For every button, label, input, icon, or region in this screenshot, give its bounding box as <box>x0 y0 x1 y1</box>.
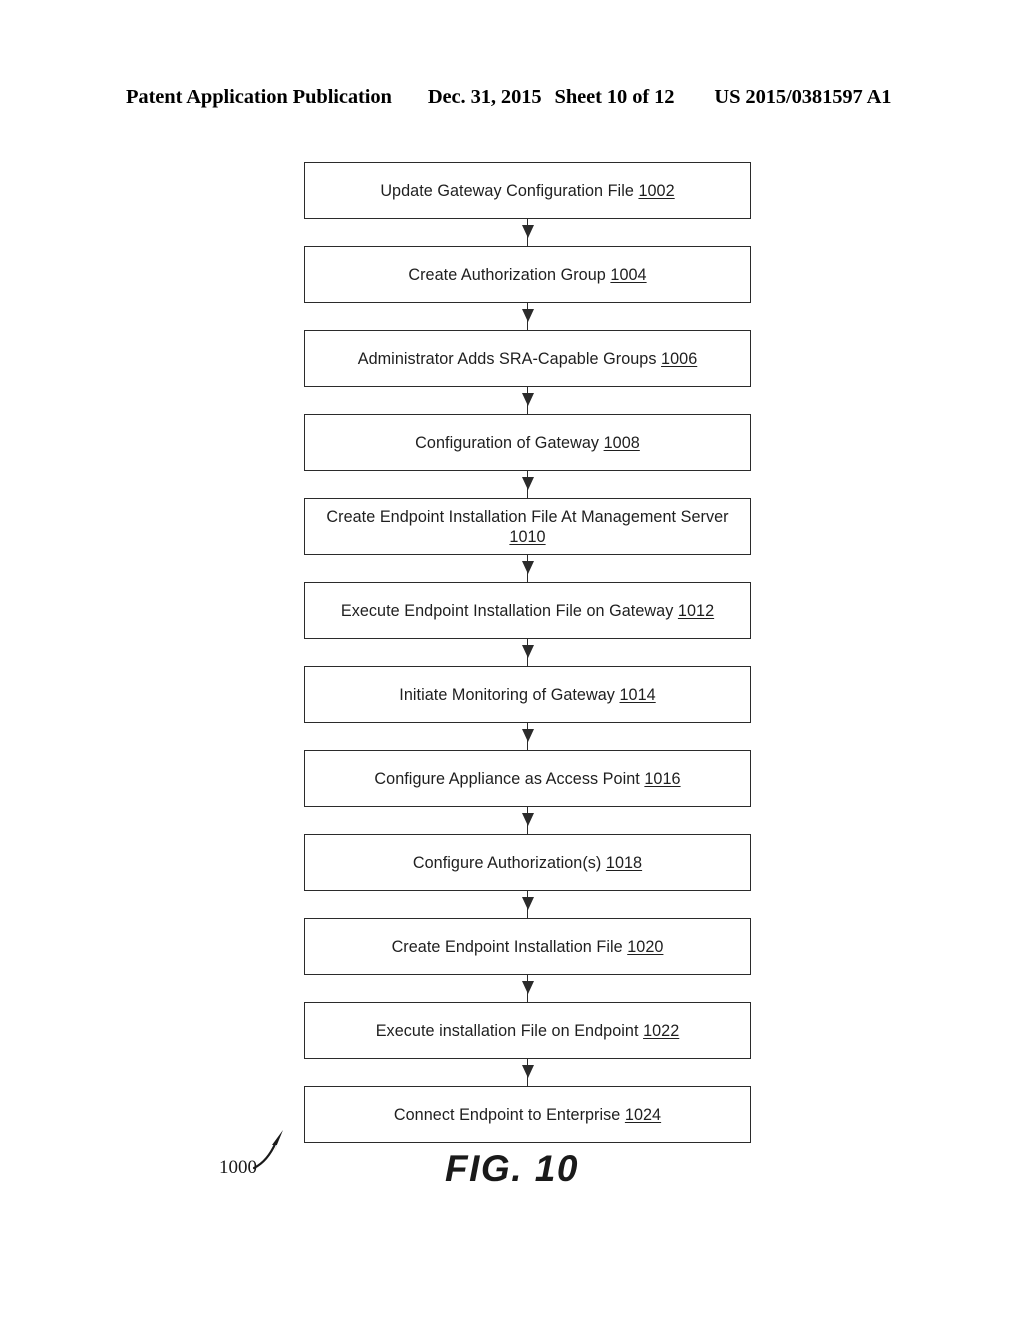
header-publication-title: Patent Application Publication <box>126 86 392 108</box>
flow-step-label: Execute Endpoint Installation File on Ga… <box>331 601 724 621</box>
flow-step-description: Configure Appliance as Access Point <box>374 769 645 788</box>
flow-step-reference-number: 1010 <box>509 527 546 546</box>
header-patent-number: US 2015/0381597 A1 <box>714 86 892 108</box>
flow-step-reference-number: 1008 <box>603 433 640 452</box>
flow-step-reference-number: 1006 <box>661 349 698 368</box>
arrow-down-icon <box>521 897 534 910</box>
flow-step-description: Configuration of Gateway <box>415 433 604 452</box>
flow-step-1004[interactable]: Create Authorization Group 1004 <box>304 246 751 303</box>
flow-connector-arrow <box>304 303 751 330</box>
arrow-down-icon <box>521 393 534 406</box>
arrow-down-icon <box>521 729 534 742</box>
flow-step-description: Connect Endpoint to Enterprise <box>393 1105 625 1124</box>
flow-connector-arrow <box>304 471 751 498</box>
flow-step-label: Execute installation File on Endpoint 10… <box>366 1021 690 1041</box>
flow-step-description: Administrator Adds SRA-Capable Groups <box>357 349 662 368</box>
publication-header: Patent Application Publication Dec. 31, … <box>126 86 896 109</box>
flow-connector-arrow <box>304 1059 751 1086</box>
flow-step-description: Update Gateway Configuration File <box>380 181 639 200</box>
figure-caption: FIG. 10 <box>445 1148 579 1189</box>
flow-step-description: Execute Endpoint Installation File on Ga… <box>340 601 678 620</box>
arrow-down-icon <box>521 813 534 826</box>
flow-step-label: Configure Appliance as Access Point 1016 <box>364 769 690 789</box>
flow-connector-arrow <box>304 219 751 246</box>
flow-step-1008[interactable]: Configuration of Gateway 1008 <box>304 414 751 471</box>
flow-step-description: Create Authorization Group <box>408 265 611 284</box>
arrow-down-icon <box>521 225 534 238</box>
flow-step-label: Connect Endpoint to Enterprise 1024 <box>384 1105 671 1125</box>
flow-step-reference-number: 1016 <box>644 769 681 788</box>
flow-step-label: Create Endpoint Installation File 1020 <box>382 937 674 957</box>
arrow-down-icon <box>521 477 534 490</box>
flow-step-label: Configure Authorization(s) 1018 <box>403 853 652 873</box>
flow-step-label: Create Authorization Group 1004 <box>398 265 656 285</box>
flow-step-label: Configuration of Gateway 1008 <box>405 433 650 453</box>
flow-connector-arrow <box>304 555 751 582</box>
flow-step-1024[interactable]: Connect Endpoint to Enterprise 1024 <box>304 1086 751 1143</box>
flow-connector-arrow <box>304 807 751 834</box>
header-date: Dec. 31, 2015 <box>427 86 542 108</box>
flow-step-reference-number: 1024 <box>624 1105 662 1124</box>
flow-connector-arrow <box>304 891 751 918</box>
flow-step-1018[interactable]: Configure Authorization(s) 1018 <box>304 834 751 891</box>
flow-connector-arrow <box>304 723 751 750</box>
flow-connector-arrow <box>304 387 751 414</box>
flow-step-description: Create Endpoint Installation File At Man… <box>326 507 729 526</box>
flow-step-label: Create Endpoint Installation File At Man… <box>305 507 750 547</box>
flow-step-label: Initiate Monitoring of Gateway 1014 <box>389 685 665 705</box>
flow-step-1002[interactable]: Update Gateway Configuration File 1002 <box>304 162 751 219</box>
flow-step-reference-number: 1018 <box>605 853 643 872</box>
flow-step-description: Execute installation File on Endpoint <box>375 1021 644 1040</box>
flow-step-label: Administrator Adds SRA-Capable Groups 10… <box>348 349 708 369</box>
flow-step-1020[interactable]: Create Endpoint Installation File 1020 <box>304 918 751 975</box>
flow-step-1016[interactable]: Configure Appliance as Access Point 1016 <box>304 750 751 807</box>
arrow-down-icon <box>521 645 534 658</box>
arrow-down-icon <box>521 1065 534 1078</box>
flow-step-reference-number: 1004 <box>610 265 647 284</box>
patent-figure-page: Patent Application Publication Dec. 31, … <box>0 0 1024 1320</box>
flow-step-reference-number: 1002 <box>638 181 675 200</box>
arrow-down-icon <box>521 981 534 994</box>
flow-step-1010[interactable]: Create Endpoint Installation File At Man… <box>304 498 751 555</box>
header-sheet-number: Sheet 10 of 12 <box>554 86 675 108</box>
arrow-down-icon <box>521 309 534 322</box>
flow-step-reference-number: 1012 <box>677 601 715 620</box>
flow-connector-arrow <box>304 975 751 1002</box>
flow-connector-arrow <box>304 639 751 666</box>
arrow-down-icon <box>521 561 534 574</box>
flow-step-1006[interactable]: Administrator Adds SRA-Capable Groups 10… <box>304 330 751 387</box>
flow-step-1012[interactable]: Execute Endpoint Installation File on Ga… <box>304 582 751 639</box>
flow-step-1014[interactable]: Initiate Monitoring of Gateway 1014 <box>304 666 751 723</box>
flow-step-reference-number: 1022 <box>643 1021 680 1040</box>
flow-step-label: Update Gateway Configuration File 1002 <box>370 181 684 201</box>
flow-step-reference-number: 1020 <box>627 937 664 956</box>
flow-step-reference-number: 1014 <box>619 685 656 704</box>
flow-step-description: Create Endpoint Installation File <box>391 937 628 956</box>
flow-step-1022[interactable]: Execute installation File on Endpoint 10… <box>304 1002 751 1059</box>
flowchart: Update Gateway Configuration File 1002 Cr… <box>304 162 751 1143</box>
flow-step-description: Initiate Monitoring of Gateway <box>399 685 620 704</box>
flow-step-description: Configure Authorization(s) <box>412 853 606 872</box>
